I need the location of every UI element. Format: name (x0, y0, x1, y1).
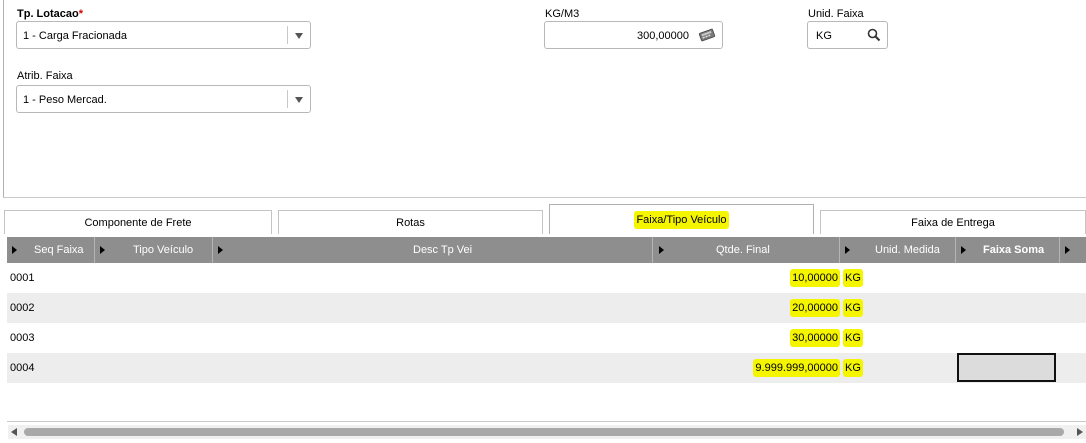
select-separator (287, 26, 288, 44)
chevron-down-icon[interactable] (295, 33, 303, 39)
grid-header: Seq Faixa Tipo Veículo Desc Tp Vei Qtde.… (7, 237, 1086, 263)
kg-m3-field[interactable]: 300,00000 (544, 21, 723, 49)
column-menu-arrow-icon[interactable] (845, 246, 850, 254)
column-divider (94, 237, 95, 263)
scroll-right-arrow-icon[interactable] (1077, 428, 1083, 436)
calculator-icon[interactable] (698, 28, 716, 45)
atrib-faixa-value: 1 - Peso Mercad. (23, 94, 107, 106)
column-header-qtde-final[interactable]: Qtde. Final (716, 237, 770, 263)
chevron-down-icon[interactable] (295, 97, 303, 103)
table-row[interactable]: 0001 10,00000 KG (7, 263, 1086, 293)
unid-faixa-value: KG (816, 30, 832, 42)
cell-unid-medida: KG (843, 263, 863, 293)
grid-bottom-border (7, 421, 1086, 422)
column-menu-arrow-icon[interactable] (218, 246, 223, 254)
column-divider (839, 237, 840, 263)
column-divider (212, 237, 213, 263)
tab-rotas[interactable]: Rotas (278, 210, 543, 234)
table-row[interactable]: 0002 20,00000 KG (7, 293, 1086, 323)
tab-componente-de-frete[interactable]: Componente de Frete (4, 210, 272, 234)
tab-faixa-de-entrega[interactable]: Faixa de Entrega (820, 210, 1086, 234)
cell-unid-medida: KG (843, 353, 863, 383)
column-header-seq-faixa[interactable]: Seq Faixa (34, 237, 84, 263)
column-divider (1059, 237, 1060, 263)
cell-qtde-final: 30,00000 (790, 323, 840, 353)
cell-seq: 0001 (10, 272, 35, 284)
column-header-desc-tp-vei[interactable]: Desc Tp Vei (413, 237, 472, 263)
column-menu-arrow-icon[interactable] (1065, 246, 1070, 254)
atrib-faixa-select[interactable]: 1 - Peso Mercad. (16, 85, 311, 113)
column-header-faixa-soma[interactable]: Faixa Soma (983, 237, 1044, 263)
cell-unid-medida: KG (843, 293, 863, 323)
cell-seq: 0003 (10, 332, 35, 344)
column-menu-arrow-icon[interactable] (100, 246, 105, 254)
horizontal-scrollbar[interactable] (8, 425, 1086, 439)
column-divider (955, 237, 956, 263)
table-row[interactable]: 0003 30,00000 KG (7, 323, 1086, 353)
tab-label: Componente de Frete (84, 217, 192, 229)
tab-label: Faixa de Entrega (911, 217, 995, 229)
cell-seq: 0004 (10, 362, 35, 374)
atrib-faixa-label: Atrib. Faixa (17, 70, 73, 82)
tp-lotacao-select[interactable]: 1 - Carga Fracionada (16, 21, 311, 49)
tab-faixa-tipo-veiculo[interactable]: Faixa/Tipo Veículo (549, 204, 814, 234)
tp-lotacao-label: Tp. Lotacao* (17, 8, 84, 20)
tp-lotacao-value: 1 - Carga Fracionada (23, 30, 127, 42)
panel-divider (3, 197, 1086, 198)
scrollbar-thumb[interactable] (24, 428, 1064, 436)
unid-faixa-field[interactable]: KG (807, 21, 888, 49)
tab-label: Rotas (396, 217, 425, 229)
select-separator (287, 90, 288, 108)
panel-left-border (3, 0, 4, 198)
kg-m3-value: 300,00000 (637, 30, 689, 42)
kg-m3-label: KG/M3 (545, 8, 580, 20)
cell-qtde-final: 9.999.999,00000 (753, 353, 840, 383)
column-menu-arrow-icon[interactable] (12, 246, 17, 254)
search-icon[interactable] (867, 28, 881, 45)
column-divider (652, 237, 653, 263)
cell-qtde-final: 10,00000 (790, 263, 840, 293)
tab-label: Faixa/Tipo Veículo (634, 211, 729, 229)
unid-faixa-label: Unid. Faixa (808, 8, 864, 20)
scroll-left-arrow-icon[interactable] (11, 428, 17, 436)
cell-qtde-final: 20,00000 (790, 293, 840, 323)
faixa-soma-cell-selected[interactable] (957, 353, 1056, 382)
column-menu-arrow-icon[interactable] (961, 246, 966, 254)
cell-unid-medida: KG (843, 323, 863, 353)
column-menu-arrow-icon[interactable] (659, 246, 664, 254)
cell-seq: 0002 (10, 302, 35, 314)
column-header-unid-medida[interactable]: Unid. Medida (875, 237, 940, 263)
table-row[interactable]: 0004 9.999.999,00000 KG (7, 353, 1086, 383)
column-header-tipo-veiculo[interactable]: Tipo Veículo (133, 237, 193, 263)
